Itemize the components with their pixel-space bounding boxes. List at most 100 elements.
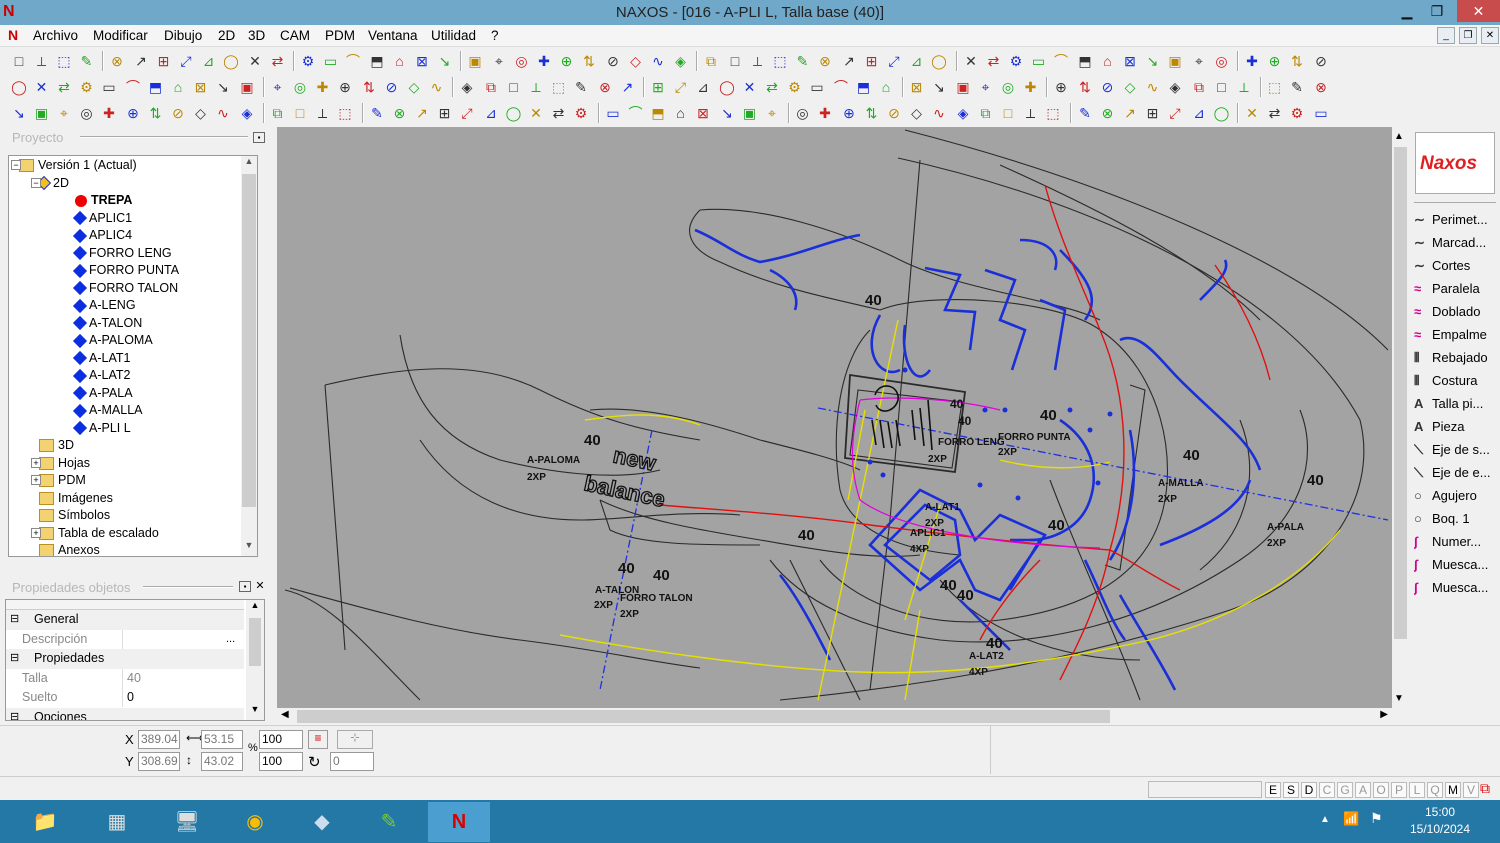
toolbar-tool-icon[interactable]: ✚ [1022,78,1040,96]
right-tool-item[interactable]: ⟍ Eje de e... [1414,462,1500,484]
toolbar-tool-icon[interactable]: ◈ [672,52,690,70]
toolbar-tool-icon[interactable]: ⚙ [1007,52,1025,70]
menu-help[interactable]: ? [491,28,499,43]
property-category[interactable]: ⊟ Propiedades [6,649,244,669]
toolbar-tool-icon[interactable]: ⟂ [314,104,332,122]
right-tool-item[interactable]: A Talla pi... [1414,393,1500,415]
toolbar-tool-icon[interactable]: ⇄ [55,78,73,96]
toolbar-tool-icon[interactable]: ⇅ [1288,52,1306,70]
tree-item[interactable]: A-MALLA [72,402,143,419]
tree-scroll-thumb[interactable] [242,174,256,507]
mdi-close-button[interactable]: ✕ [1481,27,1499,44]
toolbar-tool-icon[interactable]: ⌒ [344,52,362,70]
toolbar-tool-icon[interactable]: ✕ [1243,104,1261,122]
toolbar-tool-icon[interactable]: ⬚ [55,52,73,70]
layers-icon[interactable]: ⧉ [1480,780,1490,797]
properties-panel-close-button[interactable]: ✕ [254,579,266,592]
toolbar-tool-icon[interactable]: ⇄ [985,52,1003,70]
toolbar-tool-icon[interactable]: ✚ [1243,52,1261,70]
toolbar-tool-icon[interactable]: ⧉ [482,78,500,96]
explorer-taskbar-icon[interactable]: 📁 [16,802,74,842]
right-tool-item[interactable]: ≈ Empalme [1414,324,1500,346]
toolbar-tool-icon[interactable]: ◎ [291,78,309,96]
toolbar-tool-icon[interactable]: ⊗ [596,78,614,96]
toolbar-tool-icon[interactable]: ⊘ [604,52,622,70]
toolbar-tool-icon[interactable]: □ [1213,78,1231,96]
toolbar-tool-icon[interactable]: ⌂ [1099,52,1117,70]
toolbar-tool-icon[interactable]: ✎ [794,52,812,70]
toolbar-tool-icon[interactable]: ⊕ [336,78,354,96]
toolbar-tool-icon[interactable]: ⊕ [840,104,858,122]
toolbar-tool-icon[interactable]: ◈ [1166,78,1184,96]
toolbar-tool-icon[interactable]: ⊞ [863,52,881,70]
property-category[interactable]: ⊟ General [6,610,244,630]
toolbar-tool-icon[interactable]: ∿ [649,52,667,70]
toolbar-tool-icon[interactable]: ◇ [627,52,645,70]
status-toggle[interactable]: D [1301,782,1317,798]
toolbar-tool-icon[interactable]: ⬒ [649,104,667,122]
toolbar-tool-icon[interactable]: ✚ [535,52,553,70]
tree-scroll-up-icon[interactable]: ▲ [242,156,256,172]
toolbar-tool-icon[interactable]: ✎ [1288,78,1306,96]
toolbar-tool-icon[interactable]: ⇄ [550,104,568,122]
tree-item[interactable]: A-LAT2 [72,367,130,384]
toolbar-tool-icon[interactable]: ⊘ [169,104,187,122]
tree-item[interactable]: FORRO TALON [72,280,178,297]
tree-expander-icon[interactable]: + [31,457,41,468]
toolbar-tool-icon[interactable]: ◯ [718,78,736,96]
toolbar-tool-icon[interactable]: ⌂ [391,52,409,70]
property-row[interactable]: Suelto 0 [6,688,244,708]
toolbar-tool-icon[interactable]: ✕ [246,52,264,70]
toolbar-tool-icon[interactable]: ⬚ [771,52,789,70]
toolbar-tool-icon[interactable]: ⟂ [1022,104,1040,122]
tree-scroll-down-icon[interactable]: ▼ [242,540,256,556]
toolbar-tool-icon[interactable]: ▣ [238,78,256,96]
right-tool-item[interactable]: ∫ Numer... [1414,531,1500,553]
status-toggle[interactable]: E [1265,782,1281,798]
toolbar-tool-icon[interactable]: ⬒ [368,52,386,70]
property-value[interactable]: 0 [122,688,242,707]
toolbar-tool-icon[interactable]: ⬒ [855,78,873,96]
property-row[interactable]: Talla 40 [6,668,244,689]
toolbar-tool-icon[interactable]: ⌒ [627,104,645,122]
toolbar-tool-icon[interactable]: ▭ [1312,104,1330,122]
vscroll-thumb[interactable] [1394,147,1407,639]
toolbar-tool-icon[interactable]: ↗ [413,104,431,122]
status-toggle[interactable]: A [1355,782,1371,798]
network-icon[interactable]: 📶 [1343,811,1359,827]
toolbar-tool-icon[interactable]: ↗ [1121,104,1139,122]
vscroll-up-icon[interactable]: ▲ [1394,131,1404,142]
toolbar-tool-icon[interactable]: ✎ [572,78,590,96]
toolbar-tool-icon[interactable]: ⬚ [1266,78,1284,96]
tree-item[interactable]: Anexos [39,542,100,556]
status-toggle[interactable]: P [1391,782,1407,798]
toolbar-tool-icon[interactable]: ⊞ [649,78,667,96]
toolbar-tool-icon[interactable]: ⊿ [200,52,218,70]
toolbar-tool-icon[interactable]: ⟂ [749,52,767,70]
toolbar-tool-icon[interactable]: ✎ [1076,104,1094,122]
calculator-taskbar-icon[interactable]: ▦ [88,802,146,842]
toolbar-tool-icon[interactable]: ↘ [214,78,232,96]
toolbar-tool-icon[interactable]: ⧉ [702,52,720,70]
project-tree[interactable]: Versión 1 (Actual) − 2D − TREPA APLIC1 APLIC4 F… [8,155,258,557]
collapse-icon[interactable]: ⊟ [10,708,19,721]
toolbar-tool-icon[interactable]: ◯ [505,104,523,122]
toolbar-tool-icon[interactable]: ⇄ [763,78,781,96]
toolbar-tool-icon[interactable]: ⊿ [482,104,500,122]
tree-item[interactable]: Imágenes [39,490,113,507]
toolbar-tool-icon[interactable]: ⊘ [383,78,401,96]
canvas-horizontal-scrollbar[interactable]: ◀ ▶ [277,708,1392,725]
toolbar-tool-icon[interactable]: ⊗ [391,104,409,122]
toolbar-tool-icon[interactable]: ↗ [132,52,150,70]
toolbar-tool-icon[interactable]: ⊗ [816,52,834,70]
toolbar-tool-icon[interactable]: ◎ [513,52,531,70]
status-toggle[interactable]: C [1319,782,1335,798]
toolbar-tool-icon[interactable]: ⊿ [1190,104,1208,122]
toolbar-tool-icon[interactable]: ⇄ [1266,104,1284,122]
status-toggle[interactable]: V [1463,782,1479,798]
toolbar-tool-icon[interactable]: ⇅ [360,78,378,96]
tree-item[interactable]: A-TALON [72,315,142,332]
right-tool-item[interactable]: ○ Agujero [1414,485,1500,507]
chrome-taskbar-icon[interactable]: ◉ [226,802,284,842]
right-tool-item[interactable]: ∼ Marcad... [1414,232,1500,254]
